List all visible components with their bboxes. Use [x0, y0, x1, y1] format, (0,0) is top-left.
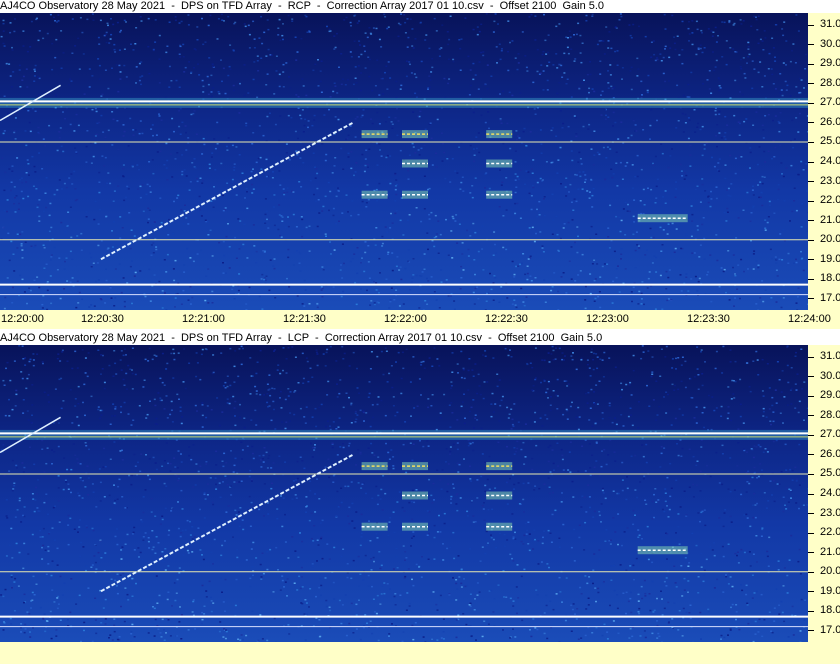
- time-axis-lcp: [0, 642, 840, 664]
- spectrogram-rcp-plot: [0, 13, 808, 310]
- y-tick-label: 26.0: [820, 447, 840, 460]
- y-tick-label: 23.0: [820, 506, 840, 519]
- y-tick: [808, 356, 814, 358]
- spectrogram-lcp: [0, 345, 808, 642]
- y-tick-label: 30.0: [820, 369, 840, 382]
- time-axis: 12:20:00 12:20:30 12:21:00 12:21:30 12:22:00…: [0, 310, 840, 329]
- y-tick: [808, 493, 814, 495]
- y-tick-label: 21.0: [820, 545, 840, 558]
- y-tick: [808, 161, 814, 163]
- x-tick-label: 12:24:00: [788, 313, 831, 325]
- y-tick-label: 28.0: [820, 76, 840, 89]
- y-tick-label: 27.0: [820, 96, 840, 109]
- frequency-axis-rcp: 31.0 30.0 29.0 28.0 27.0 26.0 25.0 24.0 23.0 22.0…: [808, 13, 840, 310]
- y-tick-label: 19.0: [820, 252, 840, 265]
- y-tick: [808, 102, 814, 104]
- y-tick: [808, 376, 814, 378]
- y-tick: [808, 571, 814, 573]
- y-tick: [808, 513, 814, 515]
- y-tick: [808, 454, 814, 456]
- y-tick: [808, 63, 814, 65]
- y-tick-label: 22.0: [820, 526, 840, 539]
- y-tick-label: 18.0: [820, 272, 840, 285]
- y-tick-label: 25.0: [820, 467, 840, 480]
- y-tick-label: 31.0: [820, 350, 840, 363]
- y-tick: [808, 298, 814, 300]
- y-tick-label: 24.0: [820, 487, 840, 499]
- y-tick-label: 28.0: [820, 408, 840, 421]
- y-tick: [808, 239, 814, 241]
- spectrogram-lcp-plot: [0, 345, 808, 642]
- y-tick-label: 20.0: [820, 565, 840, 578]
- y-tick-label: 31.0: [820, 18, 840, 31]
- y-tick-label: 27.0: [820, 428, 840, 441]
- y-tick: [808, 181, 814, 183]
- x-tick-label: 12:21:30: [283, 313, 326, 325]
- y-tick: [808, 434, 814, 436]
- y-tick-label: 19.0: [820, 584, 840, 597]
- y-tick-label: 29.0: [820, 57, 840, 70]
- y-tick: [808, 415, 814, 417]
- y-tick-label: 30.0: [820, 37, 840, 50]
- y-tick-label: 18.0: [820, 604, 840, 617]
- rfi-band-27: [0, 429, 808, 440]
- y-tick-label: 24.0: [820, 155, 840, 167]
- y-tick: [808, 610, 814, 612]
- y-tick: [808, 44, 814, 46]
- rfi-band-27: [0, 97, 808, 108]
- spectrogram-title-lcp: AJ4CO Observatory 28 May 2021 - DPS on T…: [0, 332, 603, 344]
- y-tick-label: 20.0: [820, 233, 840, 246]
- y-tick: [808, 122, 814, 124]
- y-tick: [808, 532, 814, 534]
- y-tick: [808, 591, 814, 593]
- spectrogram-rcp: [0, 13, 808, 310]
- y-tick: [808, 24, 814, 26]
- spectrogram-title-rcp: AJ4CO Observatory 28 May 2021 - DPS on T…: [0, 0, 605, 12]
- x-tick-label: 12:22:00: [384, 313, 427, 325]
- y-tick: [808, 630, 814, 632]
- x-tick-label: 12:22:30: [485, 313, 528, 325]
- x-tick-label: 12:20:30: [81, 313, 124, 325]
- y-tick-label: 21.0: [820, 213, 840, 226]
- y-tick: [808, 200, 814, 202]
- y-tick-label: 23.0: [820, 174, 840, 187]
- y-tick: [808, 395, 814, 397]
- y-tick: [808, 473, 814, 475]
- y-tick-label: 25.0: [820, 135, 840, 148]
- y-tick: [808, 259, 814, 261]
- y-tick: [808, 141, 814, 143]
- y-tick: [808, 83, 814, 85]
- x-tick-label: 12:23:30: [687, 313, 730, 325]
- y-tick: [808, 552, 814, 554]
- y-tick-label: 17.0: [820, 291, 840, 304]
- frequency-axis-lcp: 31.0 30.0 29.0 28.0 27.0 26.0 25.0 24.0 23.0 22.0…: [808, 345, 840, 642]
- x-tick-label: 12:21:00: [182, 313, 225, 325]
- x-tick-label: 12:23:00: [586, 313, 629, 325]
- y-tick: [808, 220, 814, 222]
- y-tick-label: 17.0: [820, 623, 840, 636]
- y-tick: [808, 278, 814, 280]
- y-tick-label: 22.0: [820, 194, 840, 207]
- y-tick-label: 29.0: [820, 389, 840, 402]
- y-tick-label: 26.0: [820, 115, 840, 128]
- x-tick-label: 12:20:00: [1, 313, 44, 325]
